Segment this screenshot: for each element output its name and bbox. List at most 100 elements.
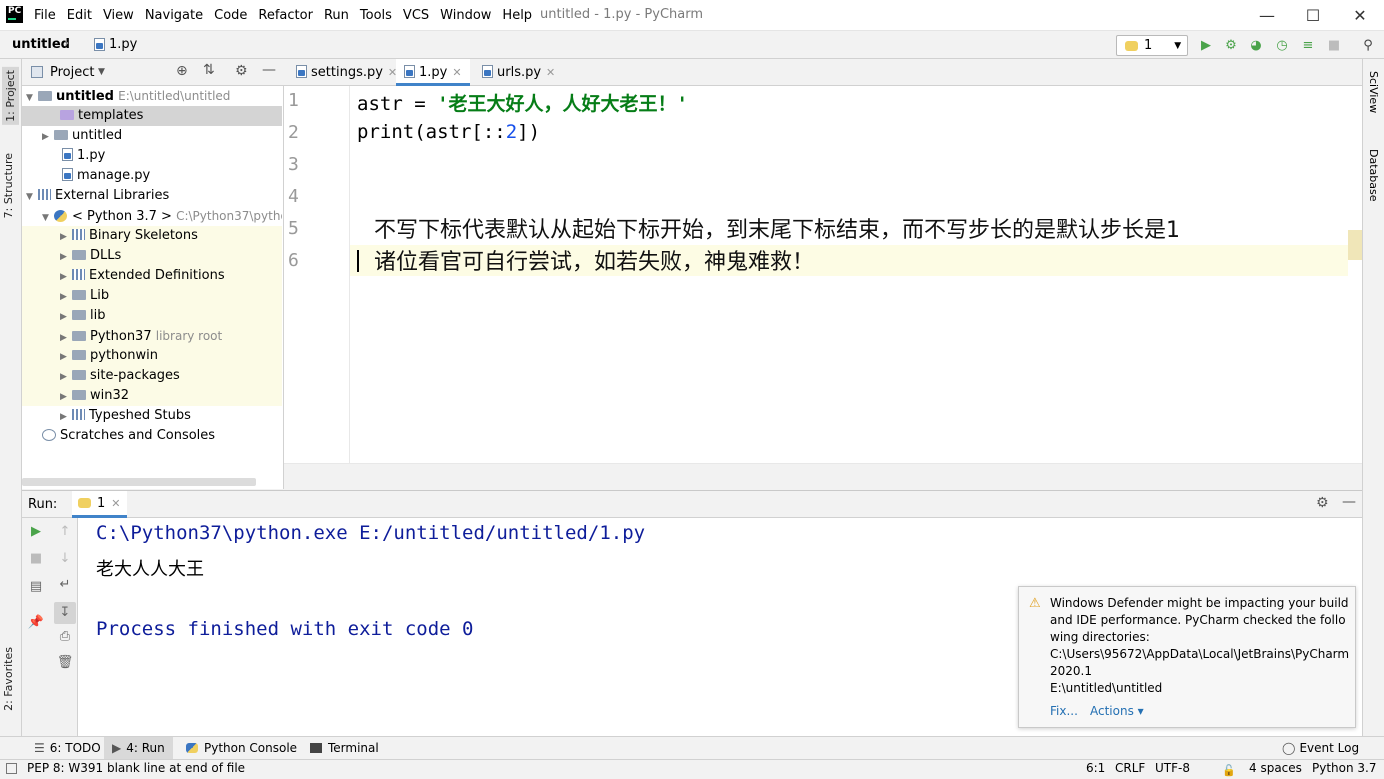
line-number: 3 [288,154,299,175]
tree-item-typeshed-stubs[interactable]: ▶ Typeshed Stubs [22,406,282,426]
title-bar: PC File Edit View Navigate Code Refactor… [0,0,1384,31]
indent-setting[interactable]: 4 spaces [1249,760,1302,777]
tool-tab-event-log[interactable]: ◯ Event Log [1274,737,1367,760]
horizontal-scrollbar[interactable] [22,478,256,486]
code-line-2[interactable]: print(astr[::2]) [357,121,540,143]
maximize-button[interactable]: ☐ [1290,0,1336,31]
python-config-icon [1125,40,1138,51]
gear-icon[interactable]: ⚙ [1316,495,1329,511]
close-window-button[interactable]: ✕ [1337,0,1383,31]
tree-item-manage-py[interactable]: manage.py [22,166,282,186]
rerun-icon[interactable]: ▶ [27,523,45,541]
menu-view[interactable]: View [103,8,134,23]
breadcrumb-project[interactable]: untitled [12,37,70,52]
tool-tab-project[interactable]: 1: Project [2,67,19,125]
toggle-tool-windows-icon[interactable] [6,763,17,774]
tree-item-win32[interactable]: ▶ win32 [22,386,282,406]
tree-item-pythonwin[interactable]: ▶ pythonwin [22,346,282,366]
interpreter-setting[interactable]: Python 3.7 [1312,760,1377,777]
breadcrumb-file[interactable]: 1.py [94,37,137,52]
tool-tab-favorites[interactable]: 2: Favorites [2,647,15,711]
print-icon[interactable]: ⎙ [56,628,74,646]
fix-link[interactable]: Fix... [1050,704,1078,718]
run-configuration-dropdown[interactable]: 1 ▼ [1116,35,1188,56]
chevron-down-icon[interactable]: ▼ [98,67,105,77]
close-tab-icon[interactable]: ✕ [452,66,461,79]
menu-window[interactable]: Window [440,8,491,23]
tree-item-lib-lower[interactable]: ▶ lib [22,306,282,326]
menu-edit[interactable]: Edit [67,8,92,23]
tool-tab-database[interactable]: Database [1367,149,1380,202]
tree-item-python37-root[interactable]: ▶ Python37 library root [22,326,282,346]
project-panel-header: Project ▼ ⊕ ⇅ ⚙ — [22,59,284,86]
tree-item-1py[interactable]: 1.py [22,146,282,166]
tree-item-binary-skeletons[interactable]: ▶ Binary Skeletons [22,226,282,246]
code-line-1[interactable]: astr = '老王大好人，人好大老王！' [357,89,688,116]
layout-icon[interactable]: ▤ [27,578,45,596]
search-icon[interactable]: ⚲ [1360,38,1376,54]
menu-code[interactable]: Code [214,8,247,23]
run-tab-1[interactable]: 1 ✕ [72,491,127,518]
minimize-button[interactable]: — [1244,0,1290,31]
close-tab-icon[interactable]: ✕ [111,497,120,510]
tree-item-untitled-package[interactable]: ▶ untitled [22,126,282,146]
tree-item-dlls[interactable]: ▶ DLLs [22,246,282,266]
tree-item-scratches[interactable]: Scratches and Consoles [22,426,282,446]
actions-dropdown[interactable]: Actions ▾ [1090,704,1144,718]
menu-refactor[interactable]: Refactor [258,8,313,23]
tree-item-templates[interactable]: templates [22,106,282,126]
trash-icon[interactable]: 🗑 [56,654,74,672]
expanded-arrow-icon: ▼ [26,93,33,103]
editor-scrollbar-marker[interactable] [1348,230,1362,260]
tree-item-project-root[interactable]: ▼ untitled E:\untitled\untitled [22,86,282,106]
gear-icon[interactable]: ⚙ [235,63,248,79]
notification-path-2: E:\untitled\untitled [1050,681,1163,695]
line-separator[interactable]: CRLF [1115,760,1145,777]
tree-item-extended-definitions[interactable]: ▶ Extended Definitions [22,266,282,286]
menu-help[interactable]: Help [502,8,532,23]
tree-item-python37-sdk[interactable]: ▼< Python 3.7 > C:\Python37\python [22,206,282,226]
project-panel-title[interactable]: Project [50,65,94,80]
stop-icon[interactable]: ■ [27,550,45,568]
caret-position[interactable]: 6:1 [1086,760,1105,777]
tab-1py[interactable]: 1.py ✕ [396,59,470,86]
coverage-icon[interactable]: ◕ [1248,38,1264,54]
menu-vcs[interactable]: VCS [403,8,429,23]
tree-item-external-libraries[interactable]: ▼ External Libraries [22,186,282,206]
tool-tab-python-console[interactable]: Python Console [178,737,305,760]
menu-run[interactable]: Run [324,8,349,23]
file-encoding[interactable]: UTF-8 [1155,760,1190,777]
run-icon[interactable]: ▶ [1198,38,1214,54]
close-tab-icon[interactable]: ✕ [546,66,555,79]
tool-tab-run[interactable]: ▶ 4: Run [104,737,173,760]
stop-icon[interactable]: ■ [1326,38,1342,54]
tree-item-lib-upper[interactable]: ▶ Lib [22,286,282,306]
tool-tab-todo[interactable]: ☰ 6: TODO [26,737,109,760]
tool-tab-sciview[interactable]: SciView [1367,71,1380,113]
library-icon [72,409,85,420]
tool-tab-terminal[interactable]: Terminal [302,737,387,760]
down-arrow-icon[interactable]: ↓ [56,550,74,568]
run-panel-toolbar: ▶ ↑ ■ ↓ ▤ ↵ ↧ 📌 ⎙ 🗑 [22,518,78,737]
menu-file[interactable]: File [34,8,56,23]
locate-icon[interactable]: ⊕ [176,63,188,79]
menu-navigate[interactable]: Navigate [145,8,203,23]
lock-icon[interactable]: 🔓 [1222,762,1236,779]
concurrency-icon[interactable]: ≡ [1300,38,1316,54]
tab-settings-py[interactable]: settings.py ✕ [288,59,405,86]
tool-tab-structure[interactable]: 7: Structure [2,153,15,218]
soft-wrap-icon[interactable]: ↵ [56,576,74,594]
hide-panel-icon[interactable]: — [1342,494,1356,510]
collapse-all-icon[interactable]: ⇅ [203,62,215,78]
debug-icon[interactable]: ⚙ [1223,38,1239,54]
hide-panel-icon[interactable]: — [262,62,276,78]
profile-icon[interactable]: ◷ [1274,38,1290,54]
run-panel-header: Run: 1 ✕ ⚙ — [22,491,1362,518]
pin-icon[interactable]: 📌 [27,614,45,632]
tree-item-site-packages[interactable]: ▶ site-packages [22,366,282,386]
scroll-to-end-icon[interactable]: ↧ [54,602,76,624]
pycharm-logo-icon: PC [6,6,23,23]
up-arrow-icon[interactable]: ↑ [56,523,74,541]
menu-tools[interactable]: Tools [360,8,392,23]
tab-urls-py[interactable]: urls.py ✕ [474,59,563,86]
